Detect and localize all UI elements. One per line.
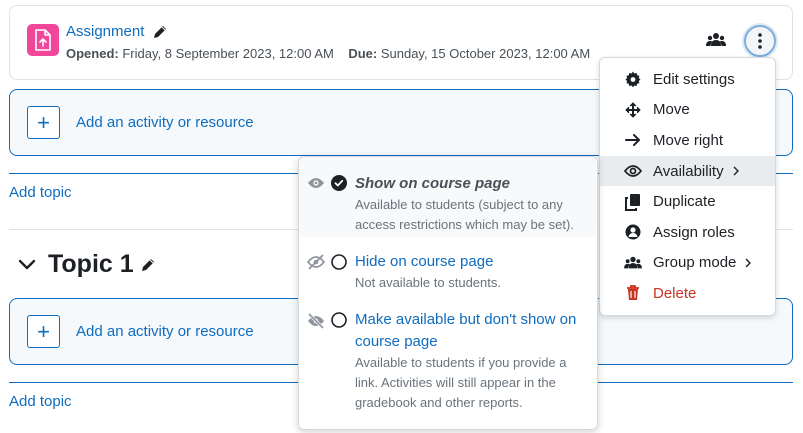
menu-item-group-mode[interactable]: Group mode bbox=[600, 248, 775, 279]
menu-item-label: Edit settings bbox=[653, 70, 735, 88]
activity-action-menu: Edit settings Move Move right Availabili… bbox=[599, 57, 776, 316]
menu-item-duplicate[interactable]: Duplicate bbox=[600, 186, 775, 217]
radio-unchecked-icon bbox=[331, 312, 347, 328]
trash-icon bbox=[624, 284, 642, 302]
collapse-chevron-icon[interactable] bbox=[18, 259, 36, 271]
eye-stealth-icon bbox=[307, 313, 325, 331]
option-title: Hide on course page bbox=[355, 253, 494, 270]
eye-slash-icon bbox=[307, 254, 325, 272]
menu-item-edit-settings[interactable]: Edit settings bbox=[600, 64, 775, 95]
arrow-right-icon bbox=[624, 131, 642, 149]
menu-item-label: Delete bbox=[653, 284, 697, 302]
add-topic-link[interactable]: Add topic bbox=[9, 393, 72, 410]
menu-item-label: Move bbox=[653, 101, 690, 119]
edit-title-pencil-icon[interactable] bbox=[152, 24, 168, 40]
option-description: Available to students if you provide a l… bbox=[355, 355, 567, 410]
add-activity-label: Add an activity or resource bbox=[76, 114, 254, 131]
availability-submenu: Show on course page Available to student… bbox=[298, 156, 598, 430]
plus-icon: + bbox=[27, 106, 60, 139]
opened-label: Opened: bbox=[66, 46, 119, 61]
kebab-icon bbox=[758, 33, 762, 49]
activity-title-link[interactable]: Assignment bbox=[66, 23, 144, 40]
menu-item-label: Duplicate bbox=[653, 193, 716, 211]
users-icon bbox=[624, 254, 642, 272]
menu-item-label: Move right bbox=[653, 131, 724, 149]
gear-icon bbox=[624, 70, 642, 88]
menu-item-delete[interactable]: Delete bbox=[600, 278, 775, 309]
groups-icon[interactable] bbox=[706, 30, 726, 50]
availability-option-hide[interactable]: Hide on course page Not available to stu… bbox=[299, 247, 597, 295]
option-description: Not available to students. bbox=[355, 275, 501, 290]
menu-item-assign-roles[interactable]: Assign roles bbox=[600, 217, 775, 248]
assignment-icon bbox=[27, 24, 59, 56]
edit-topic-pencil-icon[interactable] bbox=[140, 257, 156, 273]
radio-unchecked-icon bbox=[331, 254, 347, 270]
availability-option-show[interactable]: Show on course page Available to student… bbox=[299, 157, 597, 237]
add-activity-label: Add an activity or resource bbox=[76, 323, 254, 340]
availability-option-stealth[interactable]: Make available but don't show on course … bbox=[299, 305, 597, 415]
copy-icon bbox=[624, 193, 642, 211]
radio-checked-icon bbox=[331, 175, 347, 191]
menu-item-move[interactable]: Move bbox=[600, 95, 775, 126]
menu-item-label: Assign roles bbox=[653, 223, 735, 241]
chevron-right-icon bbox=[732, 166, 740, 176]
menu-item-availability[interactable]: Availability bbox=[600, 155, 775, 187]
activity-actions-button[interactable] bbox=[744, 25, 776, 57]
option-title: Show on course page bbox=[355, 175, 511, 192]
chevron-right-icon bbox=[744, 258, 752, 268]
option-description: Available to students (subject to any ac… bbox=[355, 197, 574, 232]
option-title: Make available but don't show on course … bbox=[355, 311, 577, 350]
topic-title: Topic 1 bbox=[48, 250, 134, 278]
plus-icon: + bbox=[27, 315, 60, 348]
add-topic-link[interactable]: Add topic bbox=[9, 184, 72, 201]
menu-item-label: Group mode bbox=[653, 254, 737, 272]
user-circle-icon bbox=[624, 223, 642, 241]
topic-heading: Topic 1 bbox=[18, 250, 156, 279]
activity-title-row: Assignment bbox=[66, 23, 168, 40]
move-icon bbox=[624, 101, 642, 119]
menu-item-move-right[interactable]: Move right bbox=[600, 125, 775, 156]
eye-icon bbox=[624, 162, 642, 180]
activity-dates: Opened: Friday, 8 September 2023, 12:00 … bbox=[66, 46, 590, 61]
opened-value: Friday, 8 September 2023, 12:00 AM bbox=[122, 46, 334, 61]
eye-icon bbox=[307, 176, 325, 194]
menu-item-label: Availability bbox=[653, 162, 724, 180]
due-value: Sunday, 15 October 2023, 12:00 AM bbox=[380, 46, 591, 61]
due-label: Due: bbox=[348, 46, 378, 61]
